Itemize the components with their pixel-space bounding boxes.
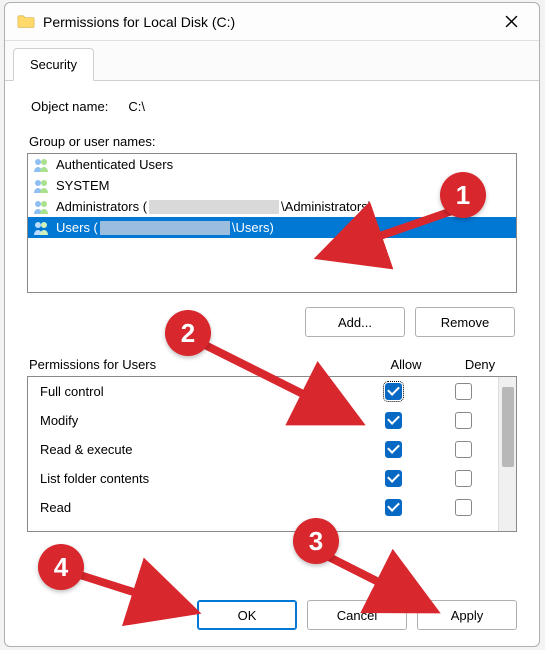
permission-row: List folder contents	[28, 464, 498, 493]
deny-checkbox[interactable]	[455, 499, 472, 516]
redacted-text	[100, 221, 230, 235]
allow-checkbox[interactable]	[385, 470, 402, 487]
deny-column-header: Deny	[443, 357, 517, 372]
tab-strip: Security	[5, 41, 539, 80]
permissions-dialog: Permissions for Local Disk (C:) Security…	[4, 2, 540, 647]
deny-checkbox[interactable]	[455, 470, 472, 487]
cancel-button[interactable]: Cancel	[307, 600, 407, 630]
permission-row: Modify	[28, 406, 498, 435]
permission-name: Modify	[28, 413, 358, 428]
list-item-label: Authenticated Users	[56, 157, 173, 172]
ok-button[interactable]: OK	[197, 600, 297, 630]
annotation-badge-3: 3	[293, 518, 339, 564]
group-icon	[32, 178, 52, 194]
window-title: Permissions for Local Disk (C:)	[43, 14, 493, 30]
list-item-label: SYSTEM	[56, 178, 109, 193]
allow-column-header: Allow	[369, 357, 443, 372]
permission-name: Full control	[28, 384, 358, 399]
permission-name: List folder contents	[28, 471, 358, 486]
apply-button[interactable]: Apply	[417, 600, 517, 630]
object-name-value: C:\	[128, 99, 145, 114]
list-item-label: Administrators (\Administrators)	[56, 199, 372, 215]
allow-checkbox[interactable]	[385, 441, 402, 458]
permissions-listbox: Full control Modify Read & execute List …	[27, 376, 517, 532]
permission-row: Read	[28, 493, 498, 522]
object-name-label: Object name:	[31, 99, 108, 114]
list-item-label: Users (\Users)	[56, 220, 274, 236]
redacted-text	[149, 200, 279, 214]
allow-checkbox[interactable]	[385, 499, 402, 516]
groups-label: Group or user names:	[27, 134, 517, 149]
close-icon	[505, 15, 518, 28]
annotation-badge-2: 2	[165, 310, 211, 356]
permission-name: Read & execute	[28, 442, 358, 457]
deny-checkbox[interactable]	[455, 412, 472, 429]
add-button[interactable]: Add...	[305, 307, 405, 337]
folder-icon	[17, 14, 35, 30]
tab-security[interactable]: Security	[13, 48, 94, 81]
group-icon	[32, 199, 52, 215]
groups-listbox[interactable]: Authenticated Users SYSTEM Administrator…	[27, 153, 517, 293]
permission-name: Read	[28, 500, 358, 515]
close-button[interactable]	[493, 7, 529, 37]
group-icon	[32, 220, 52, 236]
allow-checkbox[interactable]	[385, 412, 402, 429]
group-icon	[32, 157, 52, 173]
permission-row: Read & execute	[28, 435, 498, 464]
permissions-label: Permissions for Users	[29, 357, 369, 372]
remove-button[interactable]: Remove	[415, 307, 515, 337]
dialog-footer: OK Cancel Apply	[5, 582, 539, 646]
tab-content: Object name: C:\ Group or user names: Au…	[5, 80, 539, 582]
deny-checkbox[interactable]	[455, 383, 472, 400]
permissions-header: Permissions for Users Allow Deny	[27, 355, 517, 376]
list-item[interactable]: Users (\Users)	[28, 217, 516, 238]
annotation-badge-1: 1	[440, 172, 486, 218]
object-name-row: Object name: C:\	[27, 99, 517, 114]
allow-checkbox[interactable]	[385, 383, 402, 400]
list-item[interactable]: Authenticated Users	[28, 154, 516, 175]
scrollbar-thumb[interactable]	[502, 387, 514, 467]
deny-checkbox[interactable]	[455, 441, 472, 458]
annotation-badge-4: 4	[38, 544, 84, 590]
scrollbar[interactable]	[498, 377, 516, 531]
permission-row: Full control	[28, 377, 498, 406]
titlebar: Permissions for Local Disk (C:)	[5, 3, 539, 41]
